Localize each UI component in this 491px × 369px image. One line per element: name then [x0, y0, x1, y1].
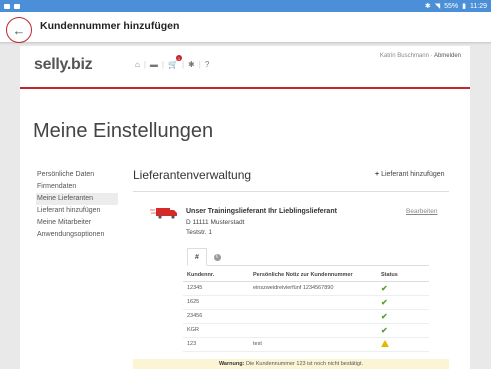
- table-header-row: Kundennr. Persönliche Notiz zur Kundennu…: [183, 270, 429, 282]
- supplier-street: Teststr. 1: [186, 229, 213, 236]
- site-header: selly.biz ⌂ | ▬ | 🛒 1 | ✱ | ? Katrin Busc…: [20, 46, 470, 87]
- customer-number: 23456: [183, 309, 249, 324]
- sidebar-item-firmendaten[interactable]: Firmendaten: [36, 181, 118, 193]
- warning-label: Warnung:: [218, 361, 245, 367]
- customer-number: 12345: [183, 281, 249, 296]
- sidebar-item-lieferant-hinzufuegen[interactable]: Lieferant hinzufügen: [36, 205, 118, 217]
- sidebar-item-anwendungsoptionen[interactable]: Anwendungsoptionen: [36, 229, 118, 241]
- notification-icon: [4, 3, 10, 9]
- tab-bar: # i: [187, 248, 429, 266]
- warning-icon: [381, 339, 389, 347]
- gear-icon[interactable]: ✱: [188, 60, 195, 69]
- truck-icon: [150, 208, 177, 219]
- status-bar: ✱ ◥ 55% ▮ 11:29: [0, 0, 491, 12]
- help-icon[interactable]: ?: [205, 60, 209, 69]
- table-row[interactable]: KGR ✔: [183, 323, 429, 338]
- add-supplier-label: Lieferant hinzufügen: [381, 171, 445, 178]
- customer-number: 123: [183, 337, 249, 352]
- table-row[interactable]: 23456 ✔: [183, 309, 429, 324]
- header-divider: [20, 87, 470, 89]
- checkmark-icon: ✔: [381, 325, 388, 335]
- image-icon: [14, 3, 20, 9]
- customer-note: test: [249, 337, 377, 352]
- customer-number: 1625: [183, 295, 249, 310]
- warning-message: Warnung: Die Kundennummer 123 ist noch n…: [133, 359, 449, 369]
- sidebar-item-persoenliche-daten[interactable]: Persönliche Daten: [36, 169, 118, 181]
- bluetooth-icon: ✱: [424, 3, 431, 10]
- add-supplier-link[interactable]: + Lieferant hinzufügen: [375, 171, 445, 178]
- column-header-status: Status: [377, 270, 429, 282]
- sidebar-item-meine-mitarbeiter[interactable]: Meine Mitarbeiter: [36, 217, 118, 229]
- checkmark-icon: ✔: [381, 311, 388, 321]
- warning-text: Die Kundennummer 123 ist noch nicht best…: [245, 361, 364, 367]
- settings-sidebar: Persönliche Daten Firmendaten Meine Lief…: [36, 169, 118, 241]
- sidebar-item-meine-lieferanten[interactable]: Meine Lieferanten: [36, 193, 118, 205]
- table-row[interactable]: 1625 ✔: [183, 295, 429, 310]
- battery-icon: ▮: [462, 3, 466, 10]
- wifi-icon: ◥: [434, 3, 441, 10]
- appbar-title: Kundennummer hinzufügen: [40, 20, 180, 32]
- user-name: Katrin Buschmann: [379, 53, 429, 59]
- checkmark-icon: ✔: [381, 283, 388, 293]
- cart-icon[interactable]: 🛒 1: [168, 55, 182, 69]
- logo[interactable]: selly.biz: [34, 56, 93, 74]
- arrow-left-icon: ←: [12, 22, 26, 38]
- edit-supplier-link[interactable]: Bearbeiten: [406, 208, 437, 215]
- table-row[interactable]: 12345 einszweidreivierfünf 1234567890 ✔: [183, 281, 429, 296]
- logout-link[interactable]: Abmelden: [434, 53, 461, 59]
- page-title: Meine Einstellungen: [33, 120, 214, 142]
- supplier-city: D 11111 Musterstadt: [186, 219, 245, 226]
- customer-note: [249, 323, 377, 338]
- column-header-notiz: Persönliche Notiz zur Kundennummer: [249, 270, 377, 282]
- tab-info[interactable]: i: [207, 248, 227, 266]
- home-icon[interactable]: ⌂: [135, 60, 140, 69]
- customer-number-table: Kundennr. Persönliche Notiz zur Kundennu…: [183, 270, 429, 352]
- table-row[interactable]: 123 test: [183, 337, 429, 352]
- customer-note: einszweidreivierfünf 1234567890: [249, 281, 377, 296]
- customer-note: [249, 309, 377, 324]
- user-info: Katrin Buschmann · Abmelden: [379, 53, 461, 59]
- cart-badge: 1: [175, 55, 182, 61]
- info-icon: i: [213, 253, 221, 261]
- customer-number: KGR: [183, 323, 249, 338]
- column-header-kundennr: Kundennr.: [183, 270, 249, 282]
- plus-icon: +: [375, 171, 380, 178]
- battery-level: 55%: [444, 2, 459, 10]
- supplier-name: Unser Trainingslieferant Ihr Lieblingsli…: [186, 208, 337, 215]
- clock: 11:29: [470, 2, 487, 10]
- back-button[interactable]: ←: [6, 17, 32, 43]
- customer-note: [249, 295, 377, 310]
- header-nav: ⌂ | ▬ | 🛒 1 | ✱ | ?: [135, 55, 210, 69]
- chat-icon[interactable]: ▬: [150, 60, 158, 69]
- panel-title: Lieferantenverwaltung: [133, 168, 252, 182]
- app-bar: ← Kundennummer hinzufügen: [0, 12, 491, 43]
- panel-divider: [133, 191, 449, 192]
- tab-customer-numbers[interactable]: #: [187, 248, 207, 266]
- checkmark-icon: ✔: [381, 297, 388, 307]
